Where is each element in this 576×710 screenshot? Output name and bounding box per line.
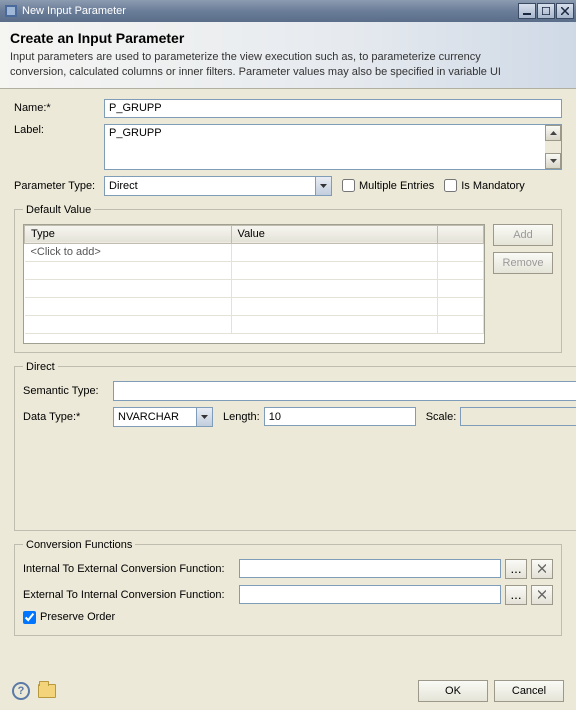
- scale-label: Scale:: [426, 411, 457, 423]
- direct-group: Direct Semantic Type: Data Type:* NVARCH…: [14, 361, 576, 531]
- multiple-entries-label: Multiple Entries: [359, 180, 434, 192]
- table-row: [25, 297, 484, 315]
- table-row: [25, 261, 484, 279]
- ok-button[interactable]: OK: [418, 680, 488, 702]
- int-to-ext-label: Internal To External Conversion Function…: [23, 563, 235, 575]
- length-input[interactable]: [264, 407, 416, 426]
- multiple-entries-checkbox[interactable]: Multiple Entries: [342, 179, 434, 192]
- banner-heading: Create an Input Parameter: [10, 30, 566, 46]
- data-type-value: NVARCHAR: [114, 411, 196, 423]
- data-type-select[interactable]: NVARCHAR: [113, 407, 213, 427]
- col-empty: [438, 225, 484, 243]
- cancel-button[interactable]: Cancel: [494, 680, 564, 702]
- folder-icon[interactable]: [38, 684, 56, 698]
- scroll-up-button[interactable]: [545, 125, 561, 141]
- banner: Create an Input Parameter Input paramete…: [0, 22, 576, 89]
- name-label: Name:*: [14, 102, 104, 114]
- help-icon[interactable]: ?: [12, 682, 30, 700]
- window-icon: [4, 4, 18, 18]
- remove-button[interactable]: Remove: [493, 252, 553, 274]
- int-to-ext-browse-button[interactable]: ...: [505, 559, 527, 579]
- parameter-type-label: Parameter Type:: [14, 180, 104, 192]
- table-row: [25, 315, 484, 333]
- preserve-order-checkbox[interactable]: Preserve Order: [23, 611, 115, 624]
- preserve-order-label: Preserve Order: [40, 611, 115, 623]
- semantic-type-select[interactable]: [113, 381, 576, 401]
- titlebar: New Input Parameter: [0, 0, 576, 22]
- semantic-type-label: Semantic Type:: [23, 385, 113, 397]
- is-mandatory-label: Is Mandatory: [461, 180, 525, 192]
- col-type[interactable]: Type: [25, 225, 232, 243]
- ext-to-int-browse-button[interactable]: ...: [505, 585, 527, 605]
- ext-to-int-input[interactable]: [239, 585, 501, 604]
- x-icon: [538, 590, 546, 599]
- add-button[interactable]: Add: [493, 224, 553, 246]
- maximize-button[interactable]: [537, 3, 555, 19]
- is-mandatory-checkbox[interactable]: Is Mandatory: [444, 179, 525, 192]
- table-row: [25, 279, 484, 297]
- label-label: Label:: [14, 124, 104, 136]
- name-input[interactable]: [104, 99, 562, 118]
- scale-input: [460, 407, 576, 426]
- scroll-down-button[interactable]: [545, 153, 561, 169]
- parameter-type-value: Direct: [105, 180, 315, 192]
- ext-to-int-label: External To Internal Conversion Function…: [23, 589, 235, 601]
- window-title: New Input Parameter: [22, 5, 517, 17]
- label-input[interactable]: P_GRUPP: [105, 125, 545, 169]
- int-to-ext-clear-button[interactable]: [531, 559, 553, 579]
- default-value-legend: Default Value: [23, 204, 94, 216]
- default-value-table[interactable]: Type Value <Click to add>: [23, 224, 485, 344]
- conversion-legend: Conversion Functions: [23, 539, 135, 551]
- chevron-down-icon: [196, 408, 212, 426]
- minimize-button[interactable]: [518, 3, 536, 19]
- chevron-down-icon: [315, 177, 331, 195]
- click-to-add-cell[interactable]: <Click to add>: [25, 243, 232, 261]
- conversion-functions-group: Conversion Functions Internal To Externa…: [14, 539, 562, 636]
- parameter-type-select[interactable]: Direct: [104, 176, 332, 196]
- int-to-ext-input[interactable]: [239, 559, 501, 578]
- ext-to-int-clear-button[interactable]: [531, 585, 553, 605]
- x-icon: [538, 564, 546, 573]
- banner-description: Input parameters are used to parameteriz…: [10, 50, 530, 80]
- length-label: Length:: [223, 411, 260, 423]
- table-row-placeholder: <Click to add>: [25, 243, 484, 261]
- col-value[interactable]: Value: [231, 225, 438, 243]
- default-value-group: Default Value Type Value <Click to add>: [14, 204, 562, 353]
- close-button[interactable]: [556, 3, 574, 19]
- data-type-label: Data Type:*: [23, 411, 113, 423]
- direct-legend: Direct: [23, 361, 58, 373]
- label-scrollbar[interactable]: [545, 125, 561, 169]
